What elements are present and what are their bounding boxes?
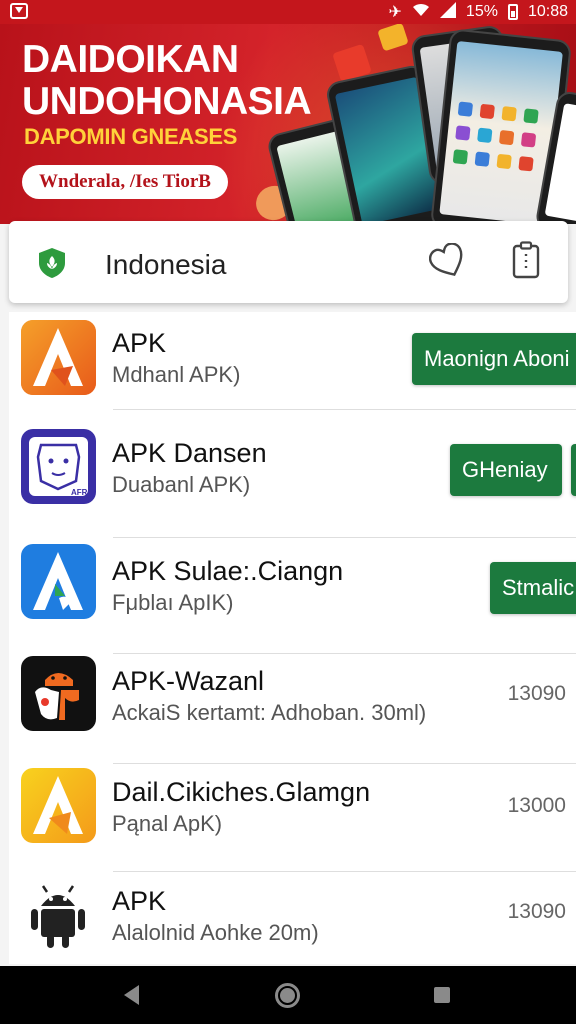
black-android-icon — [21, 656, 96, 731]
secondary-action-button[interactable] — [571, 444, 576, 496]
status-icons: ✈ 15% 10:88 — [388, 1, 568, 23]
divider — [113, 871, 576, 872]
blue-a-icon — [21, 544, 96, 619]
system-nav-bar — [0, 966, 576, 1024]
favorite-heart-icon[interactable] — [429, 243, 467, 279]
app-list[interactable]: APK Mdhanl APK) Maonign Aboni AFR APK Da… — [9, 312, 576, 964]
coin-decoration-icon — [377, 24, 409, 52]
app-action-button[interactable]: Stmalic — [490, 562, 576, 614]
app-title: APK Dansen — [112, 438, 267, 468]
app-title: Dail.Cikiches.Glamgn — [112, 777, 371, 807]
app-title: APK — [112, 886, 167, 916]
list-item[interactable]: APK Alalolnid Aohke 20m) 13090 — [9, 874, 576, 964]
app-title: APK Sulae:.Ciangn — [112, 556, 344, 586]
banner-title: DAIDOIKAN UNDOHONASIA — [22, 38, 312, 123]
home-icon[interactable] — [275, 983, 300, 1008]
signal-icon — [439, 1, 456, 23]
green-shield-icon — [39, 248, 65, 278]
recents-icon[interactable] — [434, 987, 450, 1003]
clock: 10:88 — [527, 3, 568, 20]
yellow-a-icon — [21, 768, 96, 843]
app-download-count: 13090 — [507, 900, 566, 923]
country-selector[interactable]: Indonesia — [9, 221, 568, 303]
divider — [113, 537, 576, 538]
country-name: Indonesia — [105, 249, 227, 280]
divider — [113, 763, 576, 764]
status-bar: ✈ 15% 10:88 — [0, 0, 576, 24]
orange-a-icon — [21, 320, 96, 395]
list-item[interactable]: APK Mdhanl APK) Maonign Aboni — [9, 312, 576, 424]
svg-text:AFR: AFR — [71, 488, 88, 497]
back-icon[interactable] — [124, 985, 139, 1005]
app-download-count: 13090 — [507, 682, 566, 705]
list-item[interactable]: Dail.Cikiches.Glamgn Pąnal ApK) 13000 — [9, 766, 576, 878]
app-subtitle: AckaiS kertamt: Adhoban. 30ml) — [112, 700, 427, 725]
app-title: APK-Wazanl — [112, 666, 265, 696]
vibrate-icon: ✈ — [388, 4, 402, 21]
app-title: APK — [112, 328, 167, 358]
app-subtitle: Fμblaı ApIK) — [112, 590, 234, 615]
app-subtitle: Pąnal ApK) — [112, 811, 223, 836]
list-item[interactable]: AFR APK Dansen Duabanl APK) GHeniay — [9, 424, 576, 538]
battery-icon — [507, 4, 518, 20]
app-action-button[interactable]: GHeniay — [450, 444, 562, 496]
divider — [113, 409, 576, 410]
banner-subtitle: DAPOMIN GNEASES — [24, 124, 238, 149]
list-item[interactable]: APK Sulae:.Ciangn Fμblaı ApIK) Stmalic — [9, 540, 576, 654]
app-subtitle: Duabanl APK) — [112, 472, 251, 497]
battery-percent: 15% — [465, 3, 498, 20]
app-subtitle: Alalolnid Aohke 20m) — [112, 920, 319, 945]
android-robot-icon — [21, 878, 96, 953]
wifi-icon — [412, 3, 430, 22]
banner-cta-button[interactable]: Wnderala, /Ies TiorB — [22, 165, 228, 199]
app-download-count: 13000 — [507, 794, 566, 817]
app-action-button[interactable]: Maonign Aboni — [412, 333, 576, 385]
clipboard-icon[interactable] — [511, 241, 541, 279]
app-subtitle: Mdhanl APK) — [112, 362, 241, 387]
purple-face-icon: AFR — [21, 429, 96, 504]
notification-icon — [10, 3, 28, 19]
list-item[interactable]: APK-Wazanl AckaiS kertamt: Adhoban. 30ml… — [9, 654, 576, 766]
promo-banner[interactable]: DAIDOIKAN UNDOHONASIA DAPOMIN GNEASES Wn… — [0, 24, 576, 224]
